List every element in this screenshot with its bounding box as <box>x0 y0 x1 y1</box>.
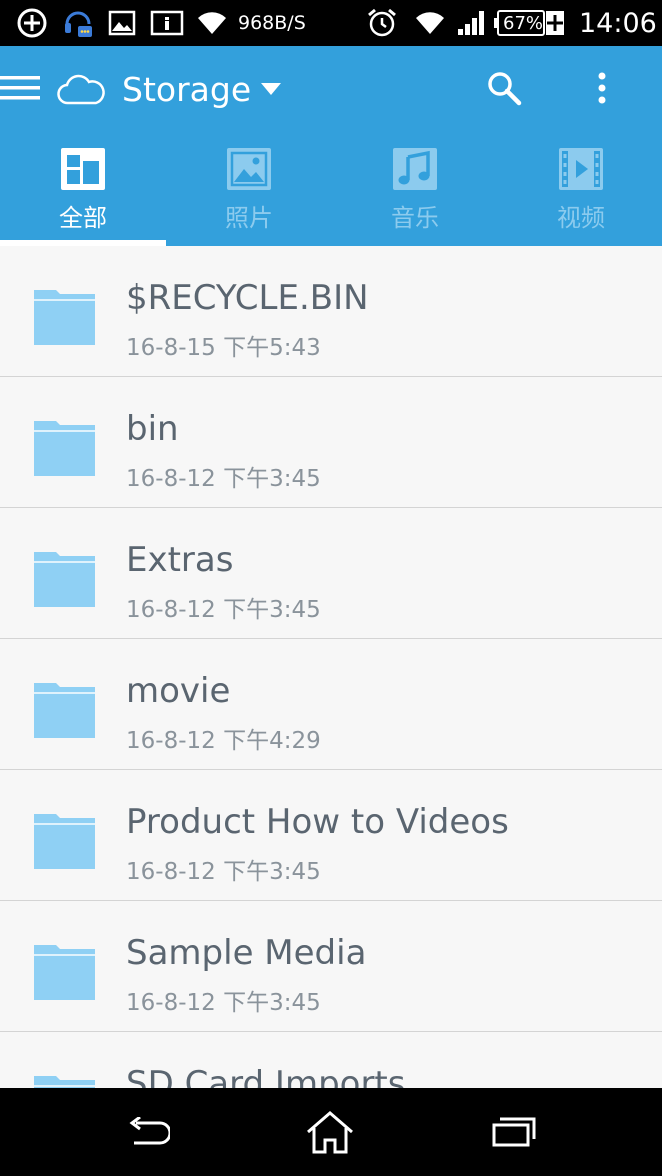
file-name: bin <box>126 409 179 449</box>
file-name: movie <box>126 671 231 711</box>
storage-dropdown[interactable]: Storage <box>122 66 282 112</box>
back-icon[interactable] <box>116 1088 180 1176</box>
file-name: Extras <box>126 540 234 580</box>
list-item[interactable]: SD Card Imports <box>0 1032 662 1088</box>
file-date: 16-8-12 下午3:45 <box>126 990 321 1016</box>
file-name: Sample Media <box>126 933 367 973</box>
list-item[interactable]: Extras 16-8-12 下午3:45 <box>0 508 662 639</box>
info-card-icon <box>150 0 184 46</box>
tab-label: 音乐 <box>391 204 439 232</box>
tab-all[interactable]: 全部 <box>0 146 166 246</box>
status-bar: 968B/S 67% 14:06 <box>0 0 662 46</box>
file-name: Product How to Videos <box>126 802 509 842</box>
grid-icon <box>60 146 106 192</box>
file-date: 16-8-12 下午3:45 <box>126 597 321 623</box>
cloud-icon <box>56 70 106 110</box>
list-item[interactable]: Product How to Videos 16-8-12 下午3:45 <box>0 770 662 901</box>
wifi-icon <box>414 0 446 46</box>
add-circle-icon <box>16 0 48 46</box>
folder-icon <box>34 683 95 738</box>
file-date: 16-8-12 下午3:45 <box>126 859 321 885</box>
file-date: 16-8-12 下午3:45 <box>126 466 321 492</box>
music-icon <box>392 146 438 192</box>
video-icon <box>558 146 604 192</box>
signal-icon <box>456 0 488 46</box>
photo-icon <box>226 146 272 192</box>
list-item[interactable]: movie 16-8-12 下午4:29 <box>0 639 662 770</box>
search-icon[interactable] <box>486 68 522 108</box>
file-date: 16-8-12 下午4:29 <box>126 728 321 754</box>
file-date: 16-8-15 下午5:43 <box>126 335 321 361</box>
image-icon <box>108 0 136 46</box>
file-name: SD Card Imports <box>126 1064 406 1088</box>
clock: 14:06 <box>579 7 657 39</box>
folder-icon <box>34 945 95 1000</box>
recents-icon[interactable] <box>482 1088 546 1176</box>
net-speed: 968B/S <box>238 12 306 34</box>
home-icon[interactable] <box>298 1088 362 1176</box>
headset-chat-icon <box>62 0 94 46</box>
alarm-icon <box>366 0 398 46</box>
file-name: $RECYCLE.BIN <box>126 278 369 318</box>
menu-icon[interactable] <box>0 68 42 108</box>
folder-icon <box>34 814 95 869</box>
dropdown-arrow-icon <box>261 80 282 99</box>
list-item[interactable]: $RECYCLE.BIN 16-8-15 下午5:43 <box>0 246 662 377</box>
app-bar: Storage 全部 照片 音乐 视频 <box>0 46 662 246</box>
more-vert-icon[interactable] <box>596 68 608 108</box>
nav-bar <box>0 1088 662 1176</box>
tab-photos[interactable]: 照片 <box>166 146 332 246</box>
tab-label: 全部 <box>59 204 107 232</box>
folder-icon <box>34 552 95 607</box>
folder-icon <box>34 421 95 476</box>
tab-label: 照片 <box>225 204 273 232</box>
tab-music[interactable]: 音乐 <box>332 146 498 246</box>
tab-videos[interactable]: 视频 <box>498 146 662 246</box>
wifi-icon <box>196 0 228 46</box>
file-list[interactable]: $RECYCLE.BIN 16-8-15 下午5:43 bin 16-8-12 … <box>0 246 662 1088</box>
tab-label: 视频 <box>557 204 605 232</box>
app-title: Storage <box>122 69 252 109</box>
folder-icon <box>34 290 95 345</box>
folder-icon <box>34 1076 95 1088</box>
list-item[interactable]: Sample Media 16-8-12 下午3:45 <box>0 901 662 1032</box>
list-item[interactable]: bin 16-8-12 下午3:45 <box>0 377 662 508</box>
battery-level: 67% <box>503 12 544 34</box>
